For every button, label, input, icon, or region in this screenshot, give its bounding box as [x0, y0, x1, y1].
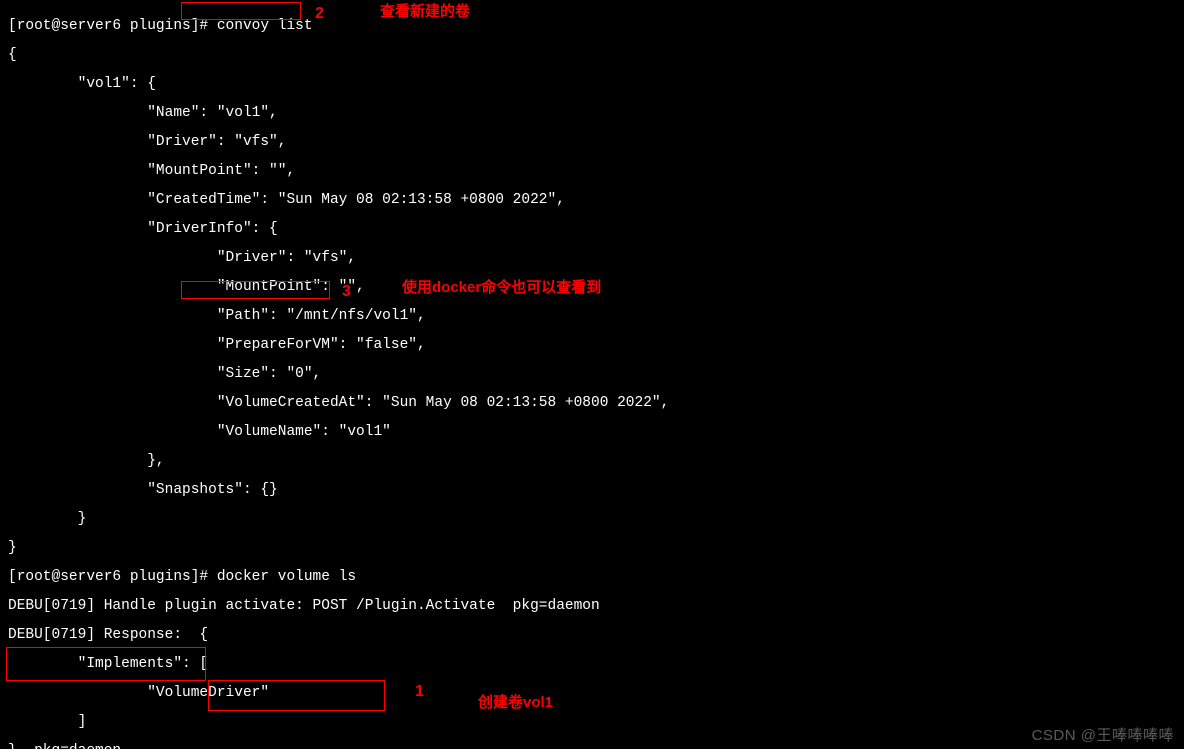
terminal[interactable]: [root@server6 plugins]# convoy list { "v…	[0, 0, 1184, 749]
output-line: {	[8, 48, 1176, 63]
output-line: "VolumeName": "vol1"	[8, 425, 1176, 440]
output-line: ]	[8, 715, 1176, 730]
output-line: "MountPoint": "",	[8, 164, 1176, 179]
output-line: DEBU[0719] Handle plugin activate: POST …	[8, 599, 1176, 614]
output-line: }	[8, 541, 1176, 556]
output-line: "Driver": "vfs",	[8, 135, 1176, 150]
output-line: },	[8, 454, 1176, 469]
shell-prompt: [root@server6 plugins]#	[8, 18, 217, 34]
output-line: DEBU[0719] Response: {	[8, 628, 1176, 643]
output-line: "VolumeCreatedAt": "Sun May 08 02:13:58 …	[8, 396, 1176, 411]
output-line: "Driver": "vfs",	[8, 251, 1176, 266]
output-line: "CreatedTime": "Sun May 08 02:13:58 +080…	[8, 193, 1176, 208]
output-line: "DriverInfo": {	[8, 222, 1176, 237]
output-line: "VolumeDriver"	[8, 686, 1176, 701]
output-line: "Path": "/mnt/nfs/vol1",	[8, 309, 1176, 324]
output-line: } pkg=daemon	[8, 744, 1176, 749]
output-line: "Name": "vol1",	[8, 106, 1176, 121]
output-line: "MountPoint": "",	[8, 280, 1176, 295]
command-convoy-list[interactable]: convoy list	[217, 18, 313, 34]
command-docker-volume-ls[interactable]: docker volume ls	[217, 569, 356, 585]
output-line: "Size": "0",	[8, 367, 1176, 382]
shell-prompt: [root@server6 plugins]#	[8, 569, 217, 585]
output-line: "Implements": [	[8, 657, 1176, 672]
output-line: "vol1": {	[8, 77, 1176, 92]
output-line: }	[8, 512, 1176, 527]
output-line: "PrepareForVM": "false",	[8, 338, 1176, 353]
output-line: "Snapshots": {}	[8, 483, 1176, 498]
